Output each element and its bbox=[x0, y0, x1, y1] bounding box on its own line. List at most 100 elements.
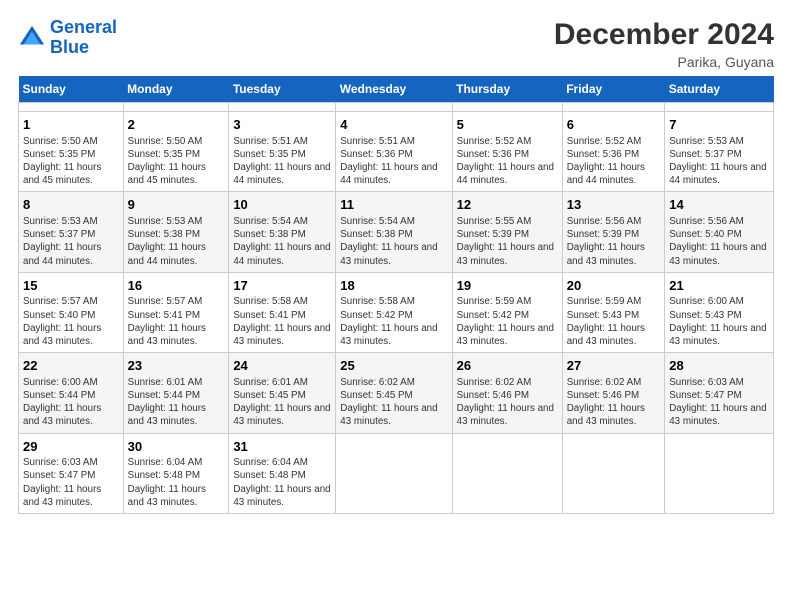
day-number: 14 bbox=[669, 196, 769, 214]
calendar-cell bbox=[336, 433, 452, 513]
calendar-cell bbox=[123, 103, 229, 112]
day-info: Sunrise: 6:03 AMSunset: 5:47 PMDaylight:… bbox=[669, 376, 769, 429]
calendar-cell: 4Sunrise: 5:51 AMSunset: 5:36 PMDaylight… bbox=[336, 112, 452, 192]
day-number: 9 bbox=[128, 196, 225, 214]
calendar-cell: 23Sunrise: 6:01 AMSunset: 5:44 PMDayligh… bbox=[123, 353, 229, 433]
day-info: Sunrise: 5:50 AMSunset: 5:35 PMDaylight:… bbox=[128, 135, 225, 188]
day-info: Sunrise: 5:53 AMSunset: 5:37 PMDaylight:… bbox=[669, 135, 769, 188]
calendar-cell: 25Sunrise: 6:02 AMSunset: 5:45 PMDayligh… bbox=[336, 353, 452, 433]
calendar-cell bbox=[665, 433, 774, 513]
day-number: 29 bbox=[23, 438, 119, 456]
calendar-cell: 13Sunrise: 5:56 AMSunset: 5:39 PMDayligh… bbox=[562, 192, 665, 272]
col-tuesday: Tuesday bbox=[229, 76, 336, 103]
logo-text: General Blue bbox=[50, 18, 117, 58]
calendar-week-1: 1Sunrise: 5:50 AMSunset: 5:35 PMDaylight… bbox=[19, 112, 774, 192]
calendar-cell bbox=[19, 103, 124, 112]
calendar-week-0 bbox=[19, 103, 774, 112]
day-info: Sunrise: 6:02 AMSunset: 5:46 PMDaylight:… bbox=[567, 376, 661, 429]
day-number: 8 bbox=[23, 196, 119, 214]
calendar-cell bbox=[452, 433, 562, 513]
day-info: Sunrise: 5:55 AMSunset: 5:39 PMDaylight:… bbox=[457, 215, 558, 268]
day-number: 3 bbox=[233, 116, 331, 134]
calendar-cell: 27Sunrise: 6:02 AMSunset: 5:46 PMDayligh… bbox=[562, 353, 665, 433]
calendar-cell: 2Sunrise: 5:50 AMSunset: 5:35 PMDaylight… bbox=[123, 112, 229, 192]
day-number: 5 bbox=[457, 116, 558, 134]
calendar-cell bbox=[336, 103, 452, 112]
calendar-cell: 5Sunrise: 5:52 AMSunset: 5:36 PMDaylight… bbox=[452, 112, 562, 192]
calendar-cell: 30Sunrise: 6:04 AMSunset: 5:48 PMDayligh… bbox=[123, 433, 229, 513]
col-wednesday: Wednesday bbox=[336, 76, 452, 103]
col-sunday: Sunday bbox=[19, 76, 124, 103]
day-info: Sunrise: 5:54 AMSunset: 5:38 PMDaylight:… bbox=[233, 215, 331, 268]
day-number: 23 bbox=[128, 357, 225, 375]
day-info: Sunrise: 5:53 AMSunset: 5:38 PMDaylight:… bbox=[128, 215, 225, 268]
calendar-cell: 8Sunrise: 5:53 AMSunset: 5:37 PMDaylight… bbox=[19, 192, 124, 272]
day-number: 30 bbox=[128, 438, 225, 456]
calendar-cell: 9Sunrise: 5:53 AMSunset: 5:38 PMDaylight… bbox=[123, 192, 229, 272]
day-number: 4 bbox=[340, 116, 447, 134]
calendar-cell: 14Sunrise: 5:56 AMSunset: 5:40 PMDayligh… bbox=[665, 192, 774, 272]
day-number: 22 bbox=[23, 357, 119, 375]
calendar-cell: 29Sunrise: 6:03 AMSunset: 5:47 PMDayligh… bbox=[19, 433, 124, 513]
day-number: 2 bbox=[128, 116, 225, 134]
day-info: Sunrise: 5:51 AMSunset: 5:35 PMDaylight:… bbox=[233, 135, 331, 188]
calendar-cell: 18Sunrise: 5:58 AMSunset: 5:42 PMDayligh… bbox=[336, 272, 452, 352]
calendar-cell: 7Sunrise: 5:53 AMSunset: 5:37 PMDaylight… bbox=[665, 112, 774, 192]
day-info: Sunrise: 5:50 AMSunset: 5:35 PMDaylight:… bbox=[23, 135, 119, 188]
logo-line1: General bbox=[50, 17, 117, 37]
day-info: Sunrise: 6:01 AMSunset: 5:45 PMDaylight:… bbox=[233, 376, 331, 429]
day-number: 24 bbox=[233, 357, 331, 375]
day-info: Sunrise: 5:56 AMSunset: 5:40 PMDaylight:… bbox=[669, 215, 769, 268]
day-info: Sunrise: 5:52 AMSunset: 5:36 PMDaylight:… bbox=[567, 135, 661, 188]
day-number: 31 bbox=[233, 438, 331, 456]
day-number: 25 bbox=[340, 357, 447, 375]
calendar-cell: 11Sunrise: 5:54 AMSunset: 5:38 PMDayligh… bbox=[336, 192, 452, 272]
col-thursday: Thursday bbox=[452, 76, 562, 103]
calendar-week-3: 15Sunrise: 5:57 AMSunset: 5:40 PMDayligh… bbox=[19, 272, 774, 352]
day-number: 28 bbox=[669, 357, 769, 375]
day-info: Sunrise: 6:00 AMSunset: 5:43 PMDaylight:… bbox=[669, 295, 769, 348]
day-info: Sunrise: 6:04 AMSunset: 5:48 PMDaylight:… bbox=[233, 456, 331, 509]
day-number: 21 bbox=[669, 277, 769, 295]
logo: General Blue bbox=[18, 18, 117, 58]
calendar-week-4: 22Sunrise: 6:00 AMSunset: 5:44 PMDayligh… bbox=[19, 353, 774, 433]
logo-line2: Blue bbox=[50, 37, 89, 57]
day-number: 6 bbox=[567, 116, 661, 134]
calendar-cell bbox=[665, 103, 774, 112]
logo-icon bbox=[18, 24, 46, 52]
day-info: Sunrise: 5:52 AMSunset: 5:36 PMDaylight:… bbox=[457, 135, 558, 188]
day-number: 1 bbox=[23, 116, 119, 134]
calendar-cell: 21Sunrise: 6:00 AMSunset: 5:43 PMDayligh… bbox=[665, 272, 774, 352]
day-number: 7 bbox=[669, 116, 769, 134]
calendar-table: Sunday Monday Tuesday Wednesday Thursday… bbox=[18, 76, 774, 514]
calendar-cell: 20Sunrise: 5:59 AMSunset: 5:43 PMDayligh… bbox=[562, 272, 665, 352]
day-info: Sunrise: 5:58 AMSunset: 5:42 PMDaylight:… bbox=[340, 295, 447, 348]
calendar-cell: 24Sunrise: 6:01 AMSunset: 5:45 PMDayligh… bbox=[229, 353, 336, 433]
calendar-cell: 12Sunrise: 5:55 AMSunset: 5:39 PMDayligh… bbox=[452, 192, 562, 272]
page-container: General Blue December 2024 Parika, Guyan… bbox=[0, 0, 792, 524]
day-number: 10 bbox=[233, 196, 331, 214]
calendar-cell bbox=[452, 103, 562, 112]
header-row: Sunday Monday Tuesday Wednesday Thursday… bbox=[19, 76, 774, 103]
day-info: Sunrise: 6:01 AMSunset: 5:44 PMDaylight:… bbox=[128, 376, 225, 429]
calendar-cell bbox=[562, 103, 665, 112]
day-number: 16 bbox=[128, 277, 225, 295]
calendar-cell: 10Sunrise: 5:54 AMSunset: 5:38 PMDayligh… bbox=[229, 192, 336, 272]
day-number: 17 bbox=[233, 277, 331, 295]
day-info: Sunrise: 6:02 AMSunset: 5:45 PMDaylight:… bbox=[340, 376, 447, 429]
calendar-cell: 31Sunrise: 6:04 AMSunset: 5:48 PMDayligh… bbox=[229, 433, 336, 513]
day-info: Sunrise: 5:59 AMSunset: 5:43 PMDaylight:… bbox=[567, 295, 661, 348]
day-info: Sunrise: 5:59 AMSunset: 5:42 PMDaylight:… bbox=[457, 295, 558, 348]
day-info: Sunrise: 5:56 AMSunset: 5:39 PMDaylight:… bbox=[567, 215, 661, 268]
day-info: Sunrise: 6:02 AMSunset: 5:46 PMDaylight:… bbox=[457, 376, 558, 429]
day-info: Sunrise: 5:57 AMSunset: 5:41 PMDaylight:… bbox=[128, 295, 225, 348]
day-info: Sunrise: 5:58 AMSunset: 5:41 PMDaylight:… bbox=[233, 295, 331, 348]
calendar-week-5: 29Sunrise: 6:03 AMSunset: 5:47 PMDayligh… bbox=[19, 433, 774, 513]
calendar-week-2: 8Sunrise: 5:53 AMSunset: 5:37 PMDaylight… bbox=[19, 192, 774, 272]
day-info: Sunrise: 5:54 AMSunset: 5:38 PMDaylight:… bbox=[340, 215, 447, 268]
col-friday: Friday bbox=[562, 76, 665, 103]
calendar-cell: 19Sunrise: 5:59 AMSunset: 5:42 PMDayligh… bbox=[452, 272, 562, 352]
day-info: Sunrise: 6:00 AMSunset: 5:44 PMDaylight:… bbox=[23, 376, 119, 429]
day-number: 13 bbox=[567, 196, 661, 214]
calendar-cell: 28Sunrise: 6:03 AMSunset: 5:47 PMDayligh… bbox=[665, 353, 774, 433]
